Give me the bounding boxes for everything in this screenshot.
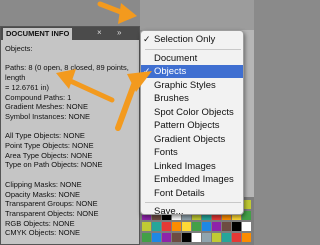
menu-item-label: Fonts [154,147,178,158]
menu-item-spot-color-objects[interactable]: Spot Color Objects [141,106,243,119]
color-swatch[interactable] [242,233,251,242]
info-line: All Type Objects: NONE [5,131,85,141]
menu-item-pattern-objects[interactable]: Pattern Objects [141,119,243,132]
menu-item-fonts[interactable]: Fonts [141,146,243,159]
menu-item-label: Selection Only [154,34,216,45]
info-line: Point Type Objects: NONE [5,141,94,150]
color-swatch[interactable] [152,233,161,242]
color-swatch[interactable] [192,233,201,242]
info-gap [5,170,137,180]
menu-item-label: Document [154,52,198,64]
document-info-text: Objects: Paths: 8 (0 open, 8 closed, 89 p… [5,44,137,238]
info-line: Type on Path Objects: NONE [5,160,103,170]
menu-item-label: Gradient Objects [154,133,226,145]
info-line: Objects: [5,44,33,53]
color-swatch[interactable] [172,233,181,242]
menu-item-linked-images[interactable]: Linked Images [141,160,243,173]
info-line: Transparent Objects: NONE [5,208,99,218]
menu-item-label: Spot Color Objects [154,106,234,118]
arrow-to-menu-button [97,1,129,17]
info-line: Transparent Groups: NONE [5,199,98,209]
color-swatch[interactable] [152,222,161,231]
menu-item-label: Objects [154,66,187,77]
menu-item-graphic-styles[interactable]: Graphic Styles [141,79,243,92]
color-swatch[interactable] [162,222,171,231]
color-swatch[interactable] [202,222,211,231]
info-line: CMYK Objects: NONE [5,228,81,238]
color-swatch[interactable] [182,233,191,242]
color-swatch[interactable] [212,222,221,231]
menu-item-label: Linked Images [154,160,216,172]
info-line: Symbol Instances: NONE [5,111,91,121]
info-line: Paths: 8 (0 open, 8 closed, 89 points, l… [5,63,129,83]
color-swatch[interactable] [232,233,241,242]
color-swatch[interactable] [142,222,151,231]
menu-separator [145,48,241,50]
color-swatch[interactable] [192,222,201,231]
info-line: Clipping Masks: NONE [5,179,82,189]
menu-item-embedded-images[interactable]: Embedded Images [141,173,243,186]
menu-item-label: Embedded Images [154,174,234,185]
info-line: Gradient Meshes: NONE [5,102,88,112]
color-swatch[interactable] [162,233,171,242]
info-gap [5,54,137,64]
background-ruler-top [140,0,254,30]
info-line: Opacity Masks: NONE [5,189,81,199]
checkmark-icon: ✓ [143,66,151,76]
color-swatch[interactable] [142,233,151,242]
menu-item-save[interactable]: Save... [141,205,243,218]
color-swatch[interactable] [172,222,181,231]
tab-document-info[interactable]: DOCUMENT INFO [3,28,73,40]
color-swatch[interactable] [202,233,211,242]
close-icon[interactable]: × [97,29,105,37]
color-swatch[interactable] [212,233,221,242]
color-swatch[interactable] [222,222,231,231]
checkmark-icon: ✓ [143,34,151,44]
menu-item-label: Graphic Styles [154,79,216,91]
info-line: Area Type Objects: NONE [5,150,93,160]
menu-item-document[interactable]: Document [141,52,243,65]
menu-item-font-details[interactable]: Font Details [141,187,243,200]
info-line: Compound Paths: 1 [5,92,72,102]
menu-item-selection-only[interactable]: ✓ Selection Only [141,33,243,46]
menu-separator [145,202,241,203]
color-swatch[interactable] [182,222,191,231]
menu-item-objects[interactable]: ✓ Objects [141,65,243,78]
panel-tab-bar: DOCUMENT INFO × » [1,27,139,40]
collapse-icon[interactable]: » [117,28,121,38]
menu-item-label: Save... [154,206,184,217]
menu-item-gradient-objects[interactable]: Gradient Objects [141,133,243,146]
menu-item-brushes[interactable]: Brushes [141,92,243,105]
menu-item-label: Brushes [154,93,189,104]
menu-item-label: Font Details [154,187,205,199]
color-swatch[interactable] [242,222,251,231]
info-line: = 12.6761 in) [5,82,49,92]
color-swatch[interactable] [222,233,231,242]
info-line: RGB Objects: NONE [5,218,75,228]
info-gap [5,122,137,132]
document-info-panel: DOCUMENT INFO × » Objects: Paths: 8 (0 op… [0,26,140,245]
panel-flyout-menu: ✓ Selection Only Document ✓ Objects Graphic S… [140,30,244,218]
color-swatch[interactable] [232,222,241,231]
menu-item-label: Pattern Objects [154,120,220,131]
arrow-to-menu-button-head [118,3,137,24]
